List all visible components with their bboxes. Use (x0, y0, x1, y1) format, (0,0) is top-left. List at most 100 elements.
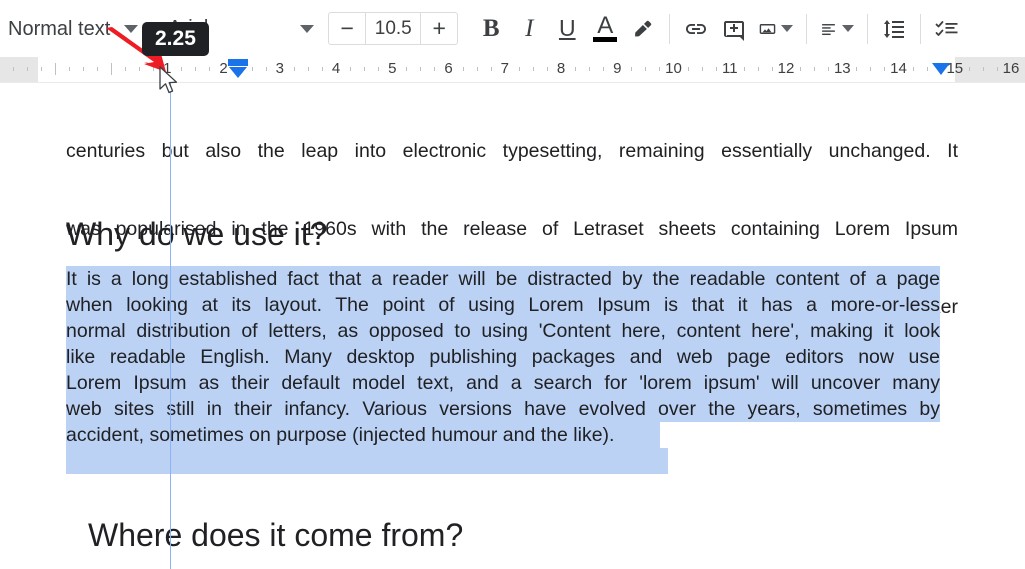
toolbar-divider (920, 13, 922, 44)
right-indent-marker[interactable] (932, 63, 951, 75)
ruler-number: 16 (1002, 60, 1020, 77)
ruler-tick-minor (912, 67, 914, 71)
ruler-tick-minor (181, 67, 183, 71)
ruler-tick-minor (575, 67, 577, 71)
text-color-button[interactable]: A (586, 10, 624, 48)
ruler-tick-minor (82, 67, 84, 71)
chevron-down-icon (842, 25, 855, 32)
font-size-decrease-button[interactable]: − (329, 13, 365, 44)
heading-where-does-it-come-from[interactable]: Where does it come from? (88, 515, 463, 555)
insert-image-icon (759, 23, 776, 34)
left-indent-handle[interactable] (228, 67, 247, 78)
ruler-tick-minor (701, 67, 703, 71)
text-color-icon: A (593, 11, 618, 42)
ruler-tick-minor (321, 67, 323, 71)
highlight-color-button[interactable] (624, 10, 662, 48)
heading-why-do-we-use-it[interactable]: Why do we use it? (66, 214, 327, 254)
ruler-number: 13 (833, 60, 851, 77)
ruler-tick-minor (26, 67, 28, 71)
ruler-tick-minor (589, 67, 591, 71)
ruler-number: 5 (388, 60, 397, 77)
ruler-tick-minor (195, 67, 197, 71)
document-canvas[interactable]: centuries but also the leap into electro… (0, 83, 1025, 569)
add-comment-button[interactable] (715, 10, 753, 48)
indent-value-tooltip: 2.25 (142, 22, 209, 57)
ruler-tick-minor (870, 67, 872, 71)
ruler-tick-minor (687, 67, 689, 71)
ruler-tick-minor (12, 67, 14, 71)
insert-link-button[interactable] (677, 10, 715, 48)
ruler-tick-minor (771, 67, 773, 71)
ruler-tick-minor (968, 67, 970, 71)
indent-guide-line (170, 83, 171, 569)
toolbar-divider (867, 13, 869, 44)
ruler-tick-minor (293, 67, 295, 71)
chevron-down-icon (781, 25, 794, 32)
align-button[interactable] (814, 10, 860, 48)
mouse-cursor (158, 66, 180, 101)
ruler-number: 4 (331, 60, 341, 77)
ruler-number: 8 (556, 60, 566, 77)
ruler-tick-minor (96, 67, 98, 71)
ruler-tick-minor (982, 67, 984, 71)
ruler-tick-minor (631, 67, 633, 71)
ruler-tick-minor (434, 67, 436, 71)
ruler-tick-minor (490, 67, 492, 71)
ruler-tick-minor (884, 67, 886, 71)
ruler-tick-minor (265, 67, 267, 71)
insert-image-button[interactable] (753, 10, 799, 48)
first-line-indent-handle[interactable] (227, 59, 248, 66)
ruler-tick-minor (828, 67, 830, 71)
checklist-button[interactable] (928, 10, 966, 48)
ruler-tick-minor (659, 67, 661, 71)
highlighter-pen-icon (635, 20, 652, 36)
bold-button[interactable]: B (472, 10, 510, 48)
italic-icon: I (525, 14, 534, 42)
text-line: when looking at its layout. The point of… (66, 292, 940, 318)
ruler-tick-minor (856, 67, 858, 71)
text-line: accident, sometimes on purpose (injected… (66, 422, 660, 448)
underline-button[interactable]: U (548, 10, 586, 48)
ruler-tick-minor (209, 67, 211, 71)
font-size-input[interactable]: 10.5 (365, 13, 422, 44)
ruler-number: 9 (613, 60, 622, 77)
text-color-letter: A (597, 11, 614, 39)
ruler-tick-minor (800, 67, 802, 71)
ruler-tick-minor (926, 67, 928, 71)
ruler-tick-minor (715, 67, 717, 71)
underline-icon: U (558, 15, 576, 41)
toolbar-divider (669, 13, 671, 44)
text-color-swatch (593, 36, 618, 42)
ruler-number: 10 (665, 60, 682, 77)
ruler-tick-minor (996, 67, 998, 71)
add-comment-icon (724, 20, 745, 41)
ruler-number: 2 (219, 60, 228, 77)
ruler-tick-minor (476, 67, 478, 71)
ruler-tick-minor (420, 67, 422, 71)
italic-button[interactable]: I (510, 10, 548, 48)
text-line: centuries but also the leap into electro… (66, 140, 958, 162)
font-size-increase-button[interactable]: + (421, 13, 457, 44)
ruler-tick-minor (645, 67, 647, 71)
ruler-tick-minor (518, 67, 520, 71)
bold-icon: B (482, 14, 500, 42)
text-line: normal distribution of letters, as oppos… (66, 318, 940, 344)
ruler-tick-minor (462, 67, 464, 71)
line-spacing-icon (884, 19, 905, 38)
ruler-number: 3 (275, 60, 284, 77)
line-spacing-button[interactable] (875, 10, 913, 48)
ruler-number: 12 (777, 60, 795, 77)
text-line: Lorem Ipsum as their default model text,… (66, 370, 940, 396)
ruler-tick-minor (406, 67, 408, 71)
selected-paragraph[interactable]: It is a long established fact that a rea… (66, 266, 940, 474)
selected-empty-line (66, 448, 668, 474)
ruler-tick-minor (251, 67, 253, 71)
ruler-tick-minor (743, 67, 745, 71)
checklist-icon (935, 20, 958, 36)
toolbar-divider (806, 13, 808, 44)
text-line: It is a long established fact that a rea… (66, 266, 940, 292)
ruler-number: 7 (500, 60, 509, 77)
ruler-number: 14 (890, 60, 907, 77)
ruler-tick-minor (68, 67, 70, 71)
ruler-number: 6 (444, 60, 453, 77)
